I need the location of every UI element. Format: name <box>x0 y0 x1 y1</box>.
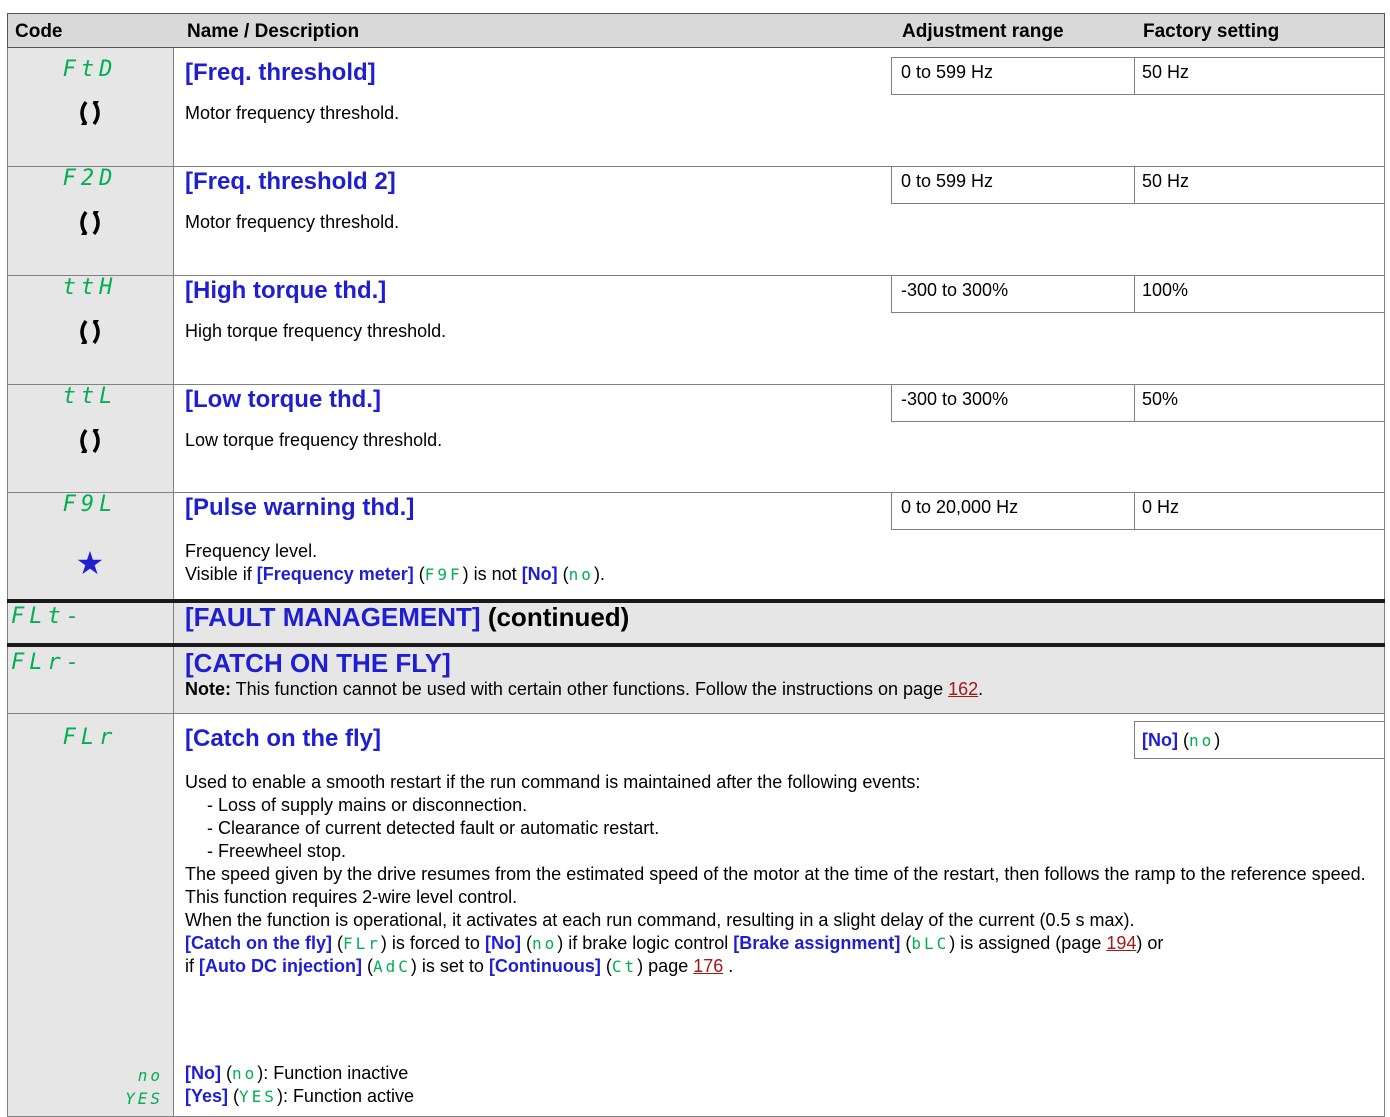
param-factory: [No] (no) <box>1142 730 1221 750</box>
rotating-arrows-icon <box>7 208 173 243</box>
param-factory: 50% <box>1142 389 1179 409</box>
page-link[interactable]: 162 <box>948 679 978 699</box>
param-desc: Motor frequency threshold. <box>185 212 400 232</box>
list-item: - Freewheel stop. <box>207 841 347 861</box>
header-code: Code <box>15 21 63 42</box>
header-name: Name / Description <box>187 21 360 42</box>
param-desc: High torque frequency threshold. <box>185 321 447 341</box>
option-code: YES <box>125 1089 163 1108</box>
param-factory: 50 Hz <box>1142 62 1190 82</box>
rotating-arrows-icon <box>7 426 173 461</box>
param-factory: 0 Hz <box>1142 497 1180 517</box>
param-name: [High torque thd.] <box>185 277 387 304</box>
option-yes: [Yes] (YES): Function active <box>185 1086 414 1106</box>
param-desc: Low torque frequency threshold. <box>185 430 443 450</box>
section-code: FLr- <box>11 650 84 675</box>
param-factory: 50 Hz <box>1142 171 1190 191</box>
page-link[interactable]: 176 <box>693 956 723 976</box>
param-code: FtD <box>62 57 118 82</box>
page-link[interactable]: 194 <box>1106 933 1136 953</box>
option-code: no <box>137 1066 163 1085</box>
code-column-bg-2 <box>7 601 173 1117</box>
section-code: FLt- <box>11 604 84 629</box>
param-range: -300 to 300% <box>901 389 1009 409</box>
rotating-arrows-icon <box>7 317 173 352</box>
param-name: [Low torque thd.] <box>185 386 381 413</box>
star-icon: ★ <box>75 545 105 581</box>
param-factory: 100% <box>1142 280 1189 300</box>
list-item: - Clearance of current detected fault or… <box>207 818 660 838</box>
param-range: 0 to 599 Hz <box>901 62 994 82</box>
param-name: [Freq. threshold 2] <box>185 168 396 195</box>
section-title: [CATCH ON THE FLY] <box>185 648 451 678</box>
visibility-note: Visible if [Frequency meter] (F9F) is no… <box>185 564 605 584</box>
param-range: -300 to 300% <box>901 280 1009 300</box>
param-code: F2D <box>62 166 118 191</box>
section-title: [FAULT MANAGEMENT] (continued) <box>185 602 630 632</box>
option-no: [No] (no): Function inactive <box>185 1063 409 1083</box>
param-range: 0 to 20,000 Hz <box>901 497 1019 517</box>
param-code: FLr <box>62 725 118 750</box>
param-code: ttH <box>62 275 118 300</box>
rotating-arrows-icon <box>7 98 173 133</box>
param-range: 0 to 599 Hz <box>901 171 994 191</box>
table-header: Code Name / Description Adjustment range… <box>7 13 1385 48</box>
header-range: Adjustment range <box>902 21 1064 42</box>
param-desc: Frequency level. <box>185 541 318 561</box>
param-code: F9L <box>62 492 118 517</box>
param-name: [Catch on the fly] <box>185 725 381 752</box>
param-code: ttL <box>62 384 118 409</box>
parameter-table: Code Name / Description Adjustment range… <box>7 13 1385 1117</box>
section-note: Note: This function cannot be used with … <box>185 679 984 699</box>
param-name: [Freq. threshold] <box>185 59 376 86</box>
param-desc: Used to enable a smooth restart if the r… <box>185 771 1370 978</box>
header-factory: Factory setting <box>1143 21 1280 42</box>
param-desc: Motor frequency threshold. <box>185 103 400 123</box>
param-name: [Pulse warning thd.] <box>185 494 415 521</box>
list-item: - Loss of supply mains or disconnection. <box>207 795 528 815</box>
